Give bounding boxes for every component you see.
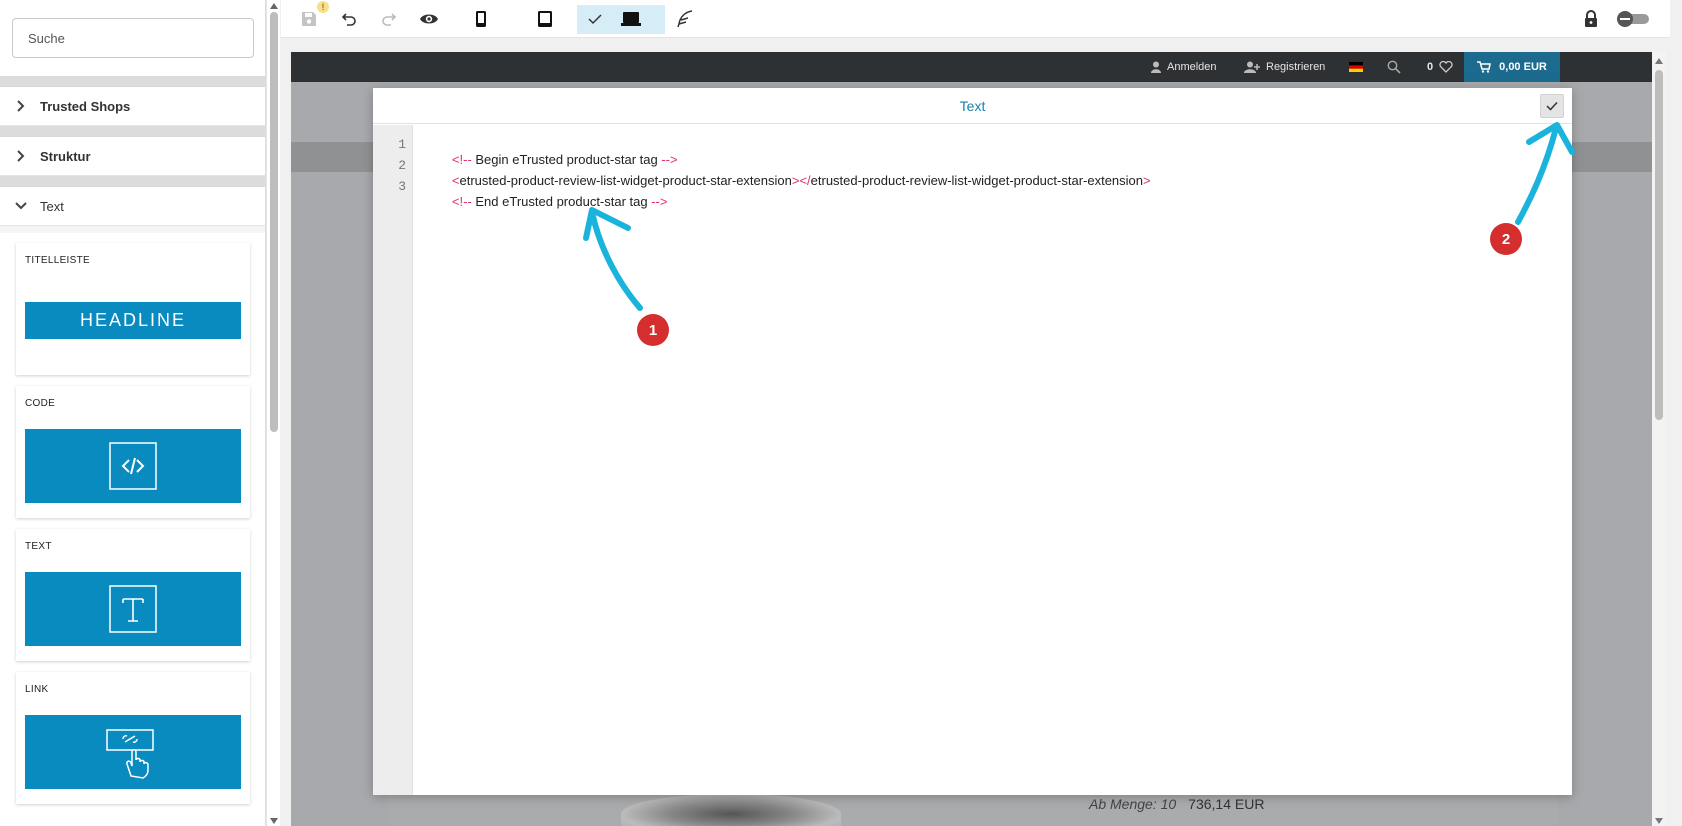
chevron-right-icon: [12, 97, 30, 115]
widget-title: LINK: [25, 684, 49, 695]
user-plus-icon: [1244, 61, 1260, 73]
login-label: Anmelden: [1167, 61, 1217, 73]
design-mode-button[interactable]: [673, 6, 697, 32]
section-divider: [0, 126, 265, 136]
widget-title: TITELLEISTE: [25, 255, 90, 266]
cart-total: 0,00 EUR: [1499, 61, 1547, 73]
modal-header: Text: [373, 88, 1572, 124]
code-tag-name: etrusted-product-review-list-widget-prod…: [810, 173, 1144, 188]
chevron-down-icon: [12, 197, 30, 215]
user-icon: [1151, 61, 1161, 73]
feather-icon: [677, 10, 693, 28]
section-struktur[interactable]: Struktur: [0, 136, 265, 176]
undo-button[interactable]: [337, 6, 361, 32]
tier-price-qty: Ab Menge: 10: [1089, 796, 1177, 812]
code-comment-open: <!--: [451, 194, 476, 209]
section-label: Struktur: [40, 148, 91, 164]
mobile-icon: [476, 11, 486, 27]
search-button[interactable]: [1387, 52, 1401, 82]
confirm-button[interactable]: [1540, 94, 1564, 118]
wishlist-count: 0: [1427, 61, 1434, 73]
tablet-icon: [538, 11, 552, 27]
line-number: 3: [398, 179, 406, 194]
shop-header-bar: Anmelden Registrieren 0 0,00 EUR: [291, 52, 1655, 82]
section-divider: [0, 176, 265, 186]
scroll-up-arrow-icon[interactable]: [270, 3, 278, 9]
code-editor[interactable]: 1 2 3 <!-- Begin eTrusted product-star t…: [373, 125, 1572, 795]
lock-icon: [1585, 10, 1597, 27]
widget-title: CODE: [25, 398, 56, 409]
register-link[interactable]: Registrieren: [1244, 52, 1325, 82]
heart-icon: [1439, 61, 1453, 73]
text-icon: [25, 572, 241, 646]
cart-button[interactable]: 0,00 EUR: [1464, 52, 1560, 82]
section-divider: [0, 76, 265, 86]
annotation-badge-1: 1: [637, 314, 669, 346]
redo-icon: [382, 13, 397, 26]
scroll-down-arrow-icon[interactable]: [270, 818, 278, 824]
tier-price-value: 736,14 EUR: [1188, 796, 1265, 812]
code-comment-text: End eTrusted product-star tag: [475, 194, 648, 209]
line-number: 1: [398, 137, 406, 152]
code-content[interactable]: <!-- Begin eTrusted product-star tag -->…: [423, 125, 1572, 795]
text-editor-modal: Text 1 2 3 <!-- Begin eTrusted product-s…: [373, 88, 1572, 795]
code-comment-close: -->: [647, 194, 668, 209]
login-link[interactable]: Anmelden: [1151, 52, 1217, 82]
code-tag-bracket: >: [1143, 173, 1151, 188]
tablet-view-button[interactable]: [533, 6, 557, 32]
editor-toolbar: !: [281, 0, 1670, 38]
preview-button[interactable]: [417, 6, 441, 32]
code-tag-bracket: ></: [791, 173, 811, 188]
search-icon: [1387, 60, 1401, 74]
german-flag-icon: [1349, 62, 1363, 72]
checkmark-icon: [585, 6, 605, 32]
save-icon: [302, 12, 316, 26]
desktop-view-button[interactable]: [617, 6, 645, 32]
chevron-right-icon: [12, 147, 30, 165]
redo-button[interactable]: [377, 6, 401, 32]
product-image: [621, 794, 841, 826]
scrollbar-thumb[interactable]: [270, 12, 278, 432]
element-sidebar: Trusted Shops Struktur Text TITELLEISTE …: [0, 0, 266, 826]
section-label: Text: [40, 198, 64, 214]
search-input[interactable]: [12, 18, 254, 58]
undo-icon: [341, 13, 356, 26]
preview-eye-icon: [420, 14, 438, 24]
code-line: <!-- End eTrusted product-star tag -->: [423, 179, 668, 224]
scroll-up-arrow-icon[interactable]: [1655, 58, 1663, 64]
desktop-icon: [621, 12, 641, 26]
code-icon: [25, 429, 241, 503]
scrollbar-thumb[interactable]: [1655, 70, 1663, 420]
headline-icon: HEADLINE: [25, 302, 241, 339]
section-trusted-shops[interactable]: Trusted Shops: [0, 86, 265, 126]
checkmark-icon: [1546, 101, 1558, 111]
preview-scrollbar[interactable]: [1652, 52, 1666, 826]
widget-card-text[interactable]: TEXT: [16, 529, 250, 661]
lock-button[interactable]: [1581, 6, 1601, 32]
widget-card-link[interactable]: LINK: [16, 672, 250, 804]
tier-price: Ab Menge: 10 736,14 EUR: [1089, 796, 1264, 812]
cart-icon: [1477, 61, 1492, 73]
widget-list: TITELLEISTE HEADLINE CODE TEXT LINK: [0, 233, 265, 826]
section-label: Trusted Shops: [40, 98, 131, 114]
line-number-gutter: 1 2 3: [373, 125, 413, 795]
search-area: [0, 0, 265, 76]
sidebar-scrollbar[interactable]: [266, 0, 280, 826]
link-click-icon: [25, 715, 241, 789]
widget-title: TEXT: [25, 541, 52, 552]
mobile-view-button[interactable]: [469, 6, 493, 32]
widget-card-code[interactable]: CODE: [16, 386, 250, 518]
widget-card-titelleiste[interactable]: TITELLEISTE HEADLINE: [16, 243, 250, 375]
line-number: 2: [398, 158, 406, 173]
language-flag-de[interactable]: [1349, 52, 1363, 82]
scroll-down-arrow-icon[interactable]: [1655, 818, 1663, 824]
wishlist-button[interactable]: 0: [1427, 52, 1453, 82]
annotation-badge-2: 2: [1490, 223, 1522, 255]
unsaved-warning-badge: !: [317, 1, 329, 13]
headline-preview-text: HEADLINE: [79, 310, 187, 330]
register-label: Registrieren: [1266, 61, 1326, 73]
section-text[interactable]: Text: [0, 186, 265, 226]
toggle-switch[interactable]: [1613, 6, 1653, 32]
modal-title: Text: [959, 97, 986, 114]
